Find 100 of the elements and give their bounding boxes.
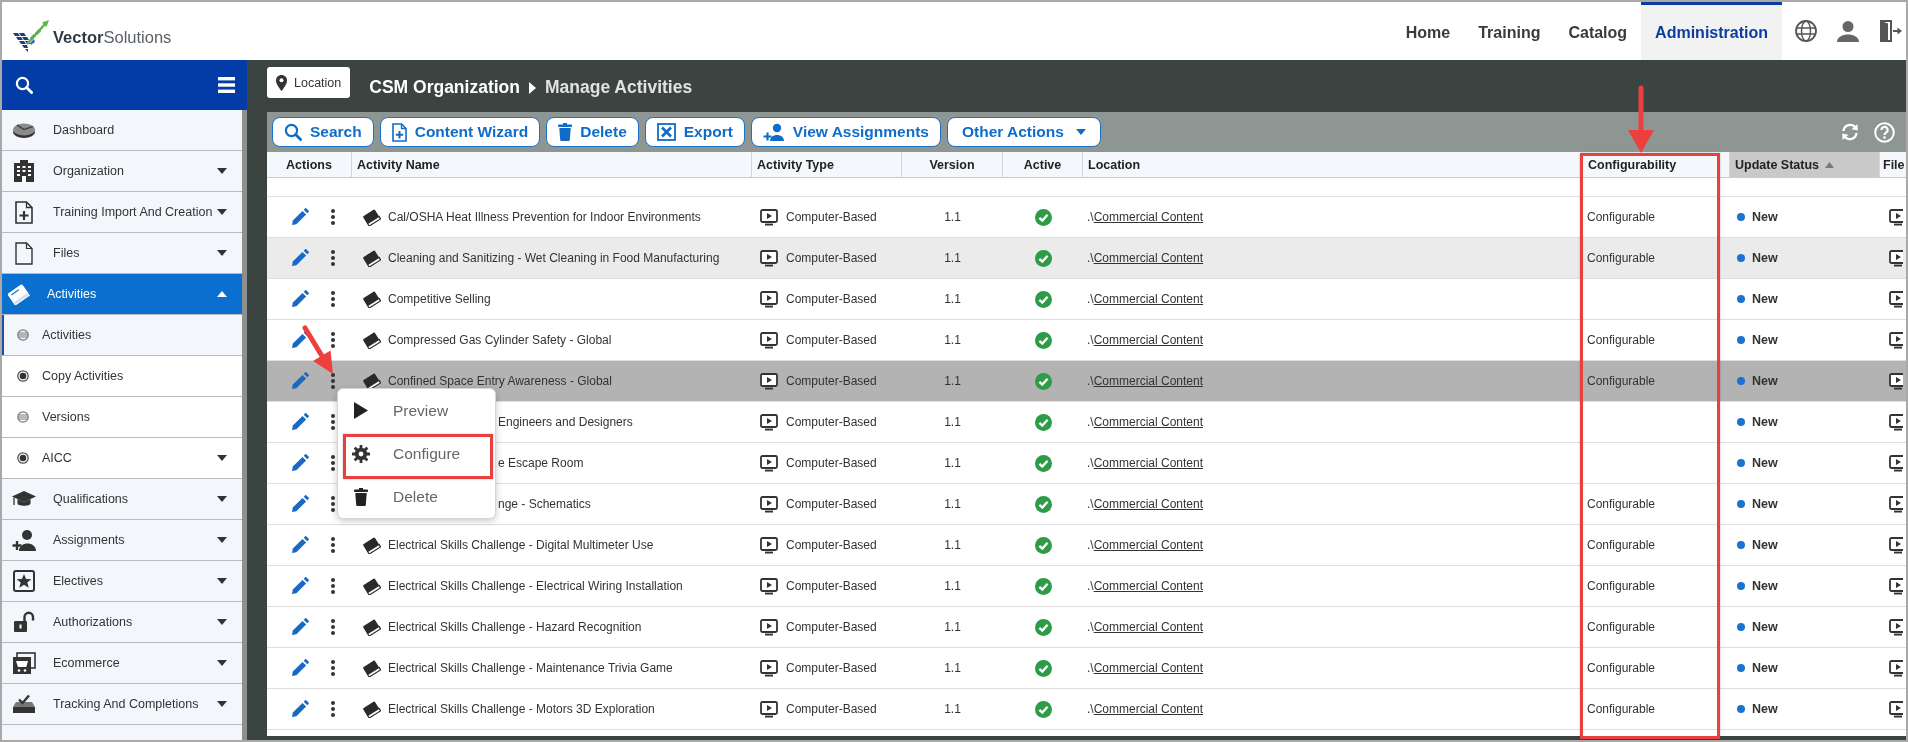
location-link[interactable]: Commercial Content bbox=[1093, 251, 1204, 265]
edit-icon[interactable] bbox=[291, 618, 309, 636]
edit-icon[interactable] bbox=[291, 372, 309, 390]
search-icon[interactable] bbox=[15, 76, 33, 94]
more-options-icon[interactable] bbox=[331, 332, 335, 348]
location-link[interactable]: Commercial Content bbox=[1093, 620, 1204, 634]
menu-icon[interactable] bbox=[218, 77, 235, 93]
location-link[interactable]: Commercial Content bbox=[1093, 456, 1204, 470]
table-row[interactable]: Cleaning and Sanitizing - Wet Cleaning in Food Manufacturing Computer-Based 1.1 .\Commercial Content Configurable New bbox=[267, 238, 1906, 279]
monitor-play-icon bbox=[760, 413, 778, 431]
column-header[interactable]: Activity Name bbox=[352, 152, 752, 177]
status-dot-icon bbox=[1737, 459, 1745, 467]
edit-icon[interactable] bbox=[291, 700, 309, 718]
user-icon[interactable] bbox=[1837, 20, 1859, 42]
content-wizard-button[interactable]: Content Wizard bbox=[379, 117, 541, 147]
status-label: New bbox=[1752, 415, 1778, 429]
cart-icon bbox=[12, 652, 36, 674]
scrollbar[interactable] bbox=[242, 110, 247, 740]
page-title: Manage Activities bbox=[544, 77, 693, 98]
edit-icon[interactable] bbox=[291, 577, 309, 595]
edit-icon[interactable] bbox=[291, 659, 309, 677]
location-link[interactable]: Commercial Content bbox=[1093, 210, 1204, 224]
location-button[interactable]: Location bbox=[267, 67, 351, 98]
location-path: .\ bbox=[1087, 374, 1094, 388]
configurability-label: Configurable bbox=[1587, 210, 1656, 224]
more-options-icon[interactable] bbox=[331, 537, 335, 553]
globe-icon[interactable] bbox=[1794, 19, 1818, 43]
column-header[interactable]: Activity Type bbox=[752, 152, 902, 177]
sign-out-icon[interactable] bbox=[1878, 19, 1902, 43]
nav-tab[interactable]: Home bbox=[1391, 2, 1465, 60]
other-actions-button[interactable]: Other Actions bbox=[946, 117, 1101, 147]
map-pin-icon bbox=[276, 74, 287, 91]
view-assignments-button[interactable]: View Assignments bbox=[750, 117, 941, 147]
delete-button[interactable]: Delete bbox=[546, 117, 639, 147]
monitor-play-icon bbox=[1889, 536, 1903, 554]
more-options-icon[interactable] bbox=[331, 250, 335, 266]
edit-icon[interactable] bbox=[291, 331, 309, 349]
caret-down-icon bbox=[1075, 129, 1086, 135]
more-options-icon[interactable] bbox=[331, 619, 335, 635]
column-header[interactable]: Active bbox=[1003, 152, 1083, 177]
more-options-icon[interactable] bbox=[331, 414, 335, 430]
edit-icon[interactable] bbox=[291, 495, 309, 513]
nav-tab[interactable]: Training bbox=[1464, 2, 1555, 60]
location-link[interactable]: Commercial Content bbox=[1093, 374, 1204, 388]
more-options-icon[interactable] bbox=[331, 373, 335, 389]
edit-icon[interactable] bbox=[291, 454, 309, 472]
sidebar-item[interactable]: Versions bbox=[2, 397, 242, 438]
activity-type: Computer-Based bbox=[786, 661, 877, 675]
location-link[interactable]: Commercial Content bbox=[1093, 415, 1204, 429]
sidebar-item[interactable]: AICC bbox=[2, 438, 242, 479]
star-box-icon bbox=[13, 570, 35, 592]
column-header[interactable]: Location bbox=[1083, 152, 1583, 177]
column-header[interactable]: Version bbox=[902, 152, 1003, 177]
column-header[interactable]: File bbox=[1880, 152, 1908, 177]
location-link[interactable]: Commercial Content bbox=[1093, 661, 1204, 675]
more-options-icon[interactable] bbox=[331, 701, 335, 717]
more-options-icon[interactable] bbox=[331, 578, 335, 594]
location-link[interactable]: Commercial Content bbox=[1093, 538, 1204, 552]
nav-tab[interactable]: Administration bbox=[1641, 2, 1782, 60]
more-options-icon[interactable] bbox=[331, 291, 335, 307]
column-header[interactable]: Configurability bbox=[1588, 157, 1677, 172]
activity-name: nge - Schematics bbox=[498, 497, 591, 511]
edit-icon[interactable] bbox=[291, 249, 309, 267]
person-plus-icon bbox=[762, 123, 785, 141]
version-number: 1.1 bbox=[944, 210, 961, 224]
search-button[interactable]: Search bbox=[272, 117, 374, 147]
breadcrumb-link[interactable]: CSM Organization bbox=[369, 77, 520, 98]
location-path: .\ bbox=[1087, 702, 1094, 716]
location-path: .\ bbox=[1087, 210, 1094, 224]
column-header[interactable]: Update Status bbox=[1730, 152, 1880, 177]
more-options-icon[interactable] bbox=[331, 455, 335, 471]
file-icon bbox=[15, 241, 33, 265]
sidebar-item[interactable]: Activities bbox=[2, 274, 242, 315]
location-link[interactable]: Commercial Content bbox=[1093, 702, 1204, 716]
status-label: New bbox=[1752, 702, 1778, 716]
status-label: New bbox=[1752, 538, 1778, 552]
edit-icon[interactable] bbox=[291, 290, 309, 308]
location-link[interactable]: Commercial Content bbox=[1093, 292, 1204, 306]
activity-name: Cal/OSHA Heat Illness Prevention for Indoor Environments bbox=[388, 210, 701, 224]
column-header[interactable]: Actions bbox=[267, 152, 352, 177]
refresh-icon[interactable] bbox=[1840, 122, 1860, 142]
location-link[interactable]: Commercial Content bbox=[1093, 579, 1204, 593]
nav-tab[interactable]: Catalog bbox=[1554, 2, 1642, 60]
edit-icon[interactable] bbox=[291, 536, 309, 554]
configurability-label: Configurable bbox=[1587, 333, 1656, 347]
table-row[interactable]: Confined Space Entry Awareness - Global Computer-Based 1.1 .\Commercial Content Configurable New bbox=[267, 361, 1906, 402]
edit-icon[interactable] bbox=[291, 413, 309, 431]
export-button[interactable]: Export bbox=[644, 117, 745, 147]
more-options-icon[interactable] bbox=[331, 209, 335, 225]
location-link[interactable]: Commercial Content bbox=[1093, 497, 1204, 511]
help-icon[interactable] bbox=[1874, 121, 1895, 143]
location-link[interactable]: Commercial Content bbox=[1093, 333, 1204, 347]
more-options-icon[interactable] bbox=[331, 496, 335, 512]
activity-name: Compressed Gas Cylinder Safety - Global bbox=[388, 333, 612, 347]
more-options-icon[interactable] bbox=[331, 660, 335, 676]
sidebar-item[interactable]: Activities bbox=[2, 315, 242, 356]
activity-name: Electrical Skills Challenge - Digital Multimeter Use bbox=[388, 538, 654, 552]
sidebar-item[interactable]: Copy Activities bbox=[2, 356, 242, 397]
edit-icon[interactable] bbox=[291, 208, 309, 226]
version-number: 1.1 bbox=[944, 415, 961, 429]
